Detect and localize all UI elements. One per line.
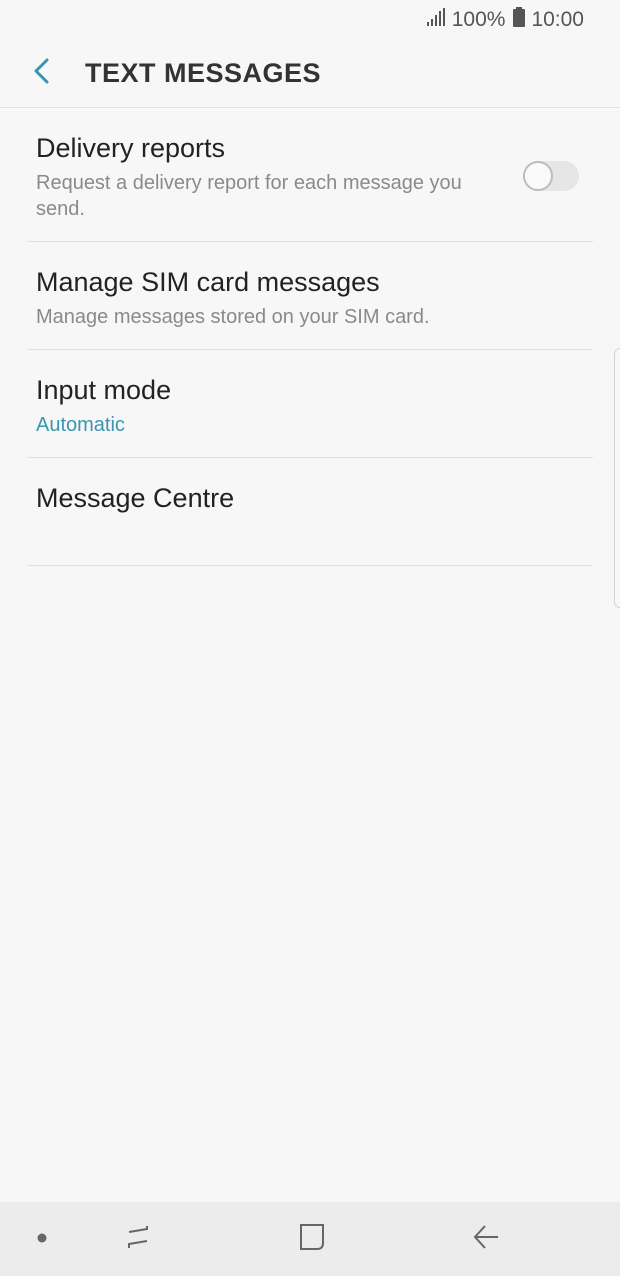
setting-value: Automatic — [36, 414, 125, 436]
recent-apps-icon — [125, 1224, 151, 1255]
battery-icon — [513, 7, 526, 33]
setting-title: Message Centre — [36, 483, 235, 513]
back-button[interactable] — [12, 44, 72, 104]
home-icon — [299, 1223, 325, 1256]
setting-title: Manage SIM card messages — [36, 267, 380, 297]
dot-icon — [37, 1230, 47, 1248]
recent-apps-button[interactable] — [108, 1202, 168, 1276]
screen: 100% 10:00 TEXT MESSAGES Delivery report… — [0, 0, 620, 1276]
chevron-left-icon — [32, 57, 52, 90]
navigation-bar — [0, 1202, 620, 1276]
setting-input-mode[interactable]: Input mode Automatic — [27, 350, 593, 458]
settings-list: Delivery reports Request a delivery repo… — [27, 108, 593, 566]
setting-delivery-reports[interactable]: Delivery reports Request a delivery repo… — [27, 108, 593, 242]
delivery-reports-toggle[interactable] — [523, 161, 579, 191]
app-header: TEXT MESSAGES — [0, 40, 620, 108]
toggle-knob — [523, 161, 553, 191]
setting-title: Input mode — [36, 375, 172, 405]
setting-manage-sim-messages[interactable]: Manage SIM card messages Manage messages… — [27, 242, 593, 350]
nav-dot-button[interactable] — [22, 1202, 62, 1276]
back-arrow-icon — [472, 1224, 500, 1255]
setting-summary: Manage messages stored on your SIM card. — [36, 306, 430, 328]
status-bar: 100% 10:00 — [0, 0, 620, 40]
home-button[interactable] — [282, 1202, 342, 1276]
edge-panel-handle[interactable] — [614, 348, 620, 608]
battery-percent: 100% — [451, 8, 506, 31]
signal-icon — [426, 8, 446, 32]
setting-summary: Request a delivery report for each messa… — [36, 172, 462, 220]
setting-title: Delivery reports — [36, 133, 226, 163]
clock: 10:00 — [531, 8, 584, 31]
setting-message-centre[interactable]: Message Centre — [27, 458, 593, 566]
page-title: TEXT MESSAGES — [85, 58, 322, 88]
back-nav-button[interactable] — [456, 1202, 516, 1276]
